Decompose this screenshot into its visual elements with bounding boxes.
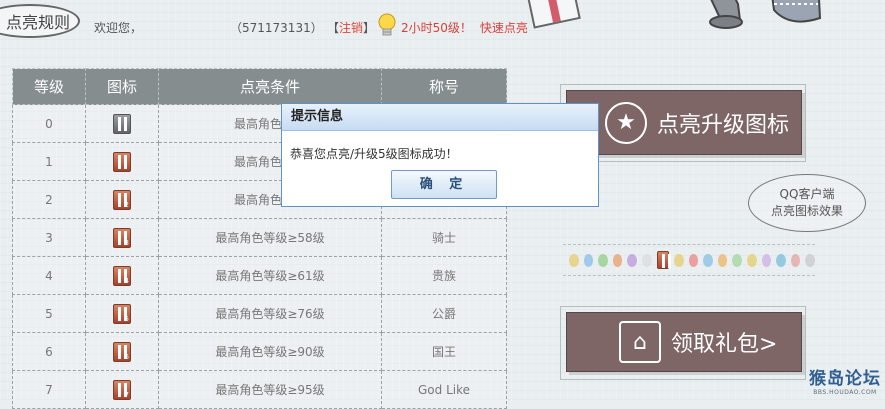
cell-icon: 5 xyxy=(85,294,159,333)
table-row: 3 3 最高角色等级≥58级 骑士 xyxy=(12,218,507,257)
promo-text: 2小时50级！ xyxy=(401,21,472,35)
cell-icon: 4 xyxy=(85,256,159,295)
strip-icon xyxy=(761,253,772,267)
cell-level: 3 xyxy=(12,218,86,257)
strip-icon xyxy=(627,253,638,267)
table-row: 7 7 最高角色等级≥95级 God Like xyxy=(12,370,507,409)
cell-title: 骑士 xyxy=(381,218,507,257)
header-title: 称号 xyxy=(381,68,507,105)
claim-gift-button[interactable]: ⌂ 领取礼包> xyxy=(566,312,802,372)
strip-icon xyxy=(790,253,801,267)
qq-number: （571173131） xyxy=(230,21,323,35)
table-row: 5 5 最高角色等级≥76级 公爵 xyxy=(12,294,507,333)
level-badge-icon xyxy=(113,151,131,172)
claim-gift-label: 领取礼包> xyxy=(671,332,778,357)
cell-condition: 最高角色等级≥61级 xyxy=(158,256,382,295)
cell-icon: 3 xyxy=(85,218,159,257)
cell-condition: 最高角色等级≥95级 xyxy=(158,370,382,409)
strip-icon xyxy=(583,253,594,267)
strip-icon xyxy=(732,253,743,267)
watermark-url: BBS.HOUDAO.COM xyxy=(813,389,877,396)
cell-level: 0 xyxy=(12,104,86,143)
cloud-line-2: 点亮图标效果 xyxy=(770,204,843,218)
notice-dialog: 提示信息 恭喜您点亮/升级5级图标成功！ 确 定 xyxy=(281,103,599,207)
badge-number: 5 xyxy=(124,314,129,323)
strip-icon xyxy=(776,253,786,267)
strip-icon xyxy=(642,253,652,267)
star-icon: ★ xyxy=(605,101,647,144)
cell-level: 7 xyxy=(12,370,86,409)
cell-title: 公爵 xyxy=(381,294,507,333)
cell-condition: 最高角色等级≥90级 xyxy=(158,332,382,371)
cell-icon xyxy=(85,142,159,181)
strip-icon xyxy=(688,253,699,267)
header-condition: 点亮条件 xyxy=(158,68,382,105)
dialog-ok-button[interactable]: 确 定 xyxy=(391,170,497,199)
level-badge-icon: 4 xyxy=(113,265,131,286)
strip-icon xyxy=(569,253,579,267)
strip-icon xyxy=(703,253,713,267)
upgrade-icon-label: 点亮升级图标 xyxy=(657,112,790,138)
gift-box-icon: ⌂ xyxy=(619,321,661,363)
strip-icon xyxy=(612,253,623,267)
strip-icon xyxy=(598,253,608,267)
cell-icon xyxy=(85,104,159,143)
level-badge-icon: 5 xyxy=(113,303,131,324)
cell-level: 1 xyxy=(12,142,86,181)
quick-light-link[interactable]: 快速点亮 xyxy=(480,21,528,35)
cell-level: 2 xyxy=(12,180,86,219)
header-level: 等级 xyxy=(12,68,86,105)
cell-level: 6 xyxy=(12,332,86,371)
welcome-text: 欢迎您， xyxy=(94,21,143,35)
header-icon: 图标 xyxy=(85,68,159,105)
badge-number: 4 xyxy=(124,276,129,285)
cell-title: 贵族 xyxy=(381,256,507,295)
badge-number: 6 xyxy=(124,352,129,361)
table-row: 6 6 最高角色等级≥90级 国王 xyxy=(12,332,507,371)
cell-icon: 2 xyxy=(85,180,159,219)
qq-effect-cloud: QQ客户端 点亮图标效果 xyxy=(748,174,866,232)
cell-level: 4 xyxy=(12,256,86,295)
cell-icon: 7 xyxy=(85,370,159,409)
watermark: 猴岛论坛 BBS.HOUDAO.COM xyxy=(809,364,881,396)
level-badge-icon: 2 xyxy=(113,189,131,210)
cell-condition: 最高角色等级≥58级 xyxy=(158,218,382,257)
watermark-brand: 猴岛论坛 xyxy=(809,369,881,389)
logout-bracket-right: 】 xyxy=(363,21,376,35)
level-badge-icon: 7 xyxy=(113,379,131,400)
level-badge-icon: 3 xyxy=(113,227,131,248)
cell-level: 5 xyxy=(12,294,86,333)
badge-number: 2 xyxy=(124,200,129,209)
badge-number: 7 xyxy=(124,390,129,399)
cell-condition: 最高角色等级≥76级 xyxy=(158,294,382,333)
dialog-message: 恭喜您点亮/升级5级图标成功！ xyxy=(290,147,458,161)
strip-icon xyxy=(805,253,816,267)
table-row: 4 4 最高角色等级≥61级 贵族 xyxy=(12,256,507,295)
strip-icon xyxy=(674,253,684,267)
logout-wrapper: 【注销】 xyxy=(327,19,375,36)
upgrade-icon-button[interactable]: ★ 点亮升级图标 xyxy=(566,90,802,155)
level-badge-icon xyxy=(113,113,131,134)
promo: 2小时50级！ 快速点亮 xyxy=(401,19,528,36)
strip-icon xyxy=(717,253,728,267)
badge-number: 3 xyxy=(124,238,129,247)
cell-title: God Like xyxy=(381,370,507,409)
dialog-title: 提示信息 xyxy=(282,104,598,131)
bulb-icon xyxy=(378,13,396,36)
logout-bracket-left: 【 xyxy=(327,21,340,35)
decorative-character-illustration xyxy=(709,0,822,29)
cell-title: 国王 xyxy=(381,332,507,371)
cloud-line-1: QQ客户端 xyxy=(779,187,835,201)
cell-icon: 6 xyxy=(85,332,159,371)
strip-icon xyxy=(747,253,757,267)
logout-link[interactable]: 注销 xyxy=(339,21,363,35)
qq-icon-strip xyxy=(563,244,816,276)
level-badge-icon: 6 xyxy=(113,341,131,362)
level-badge-icon xyxy=(656,251,672,269)
